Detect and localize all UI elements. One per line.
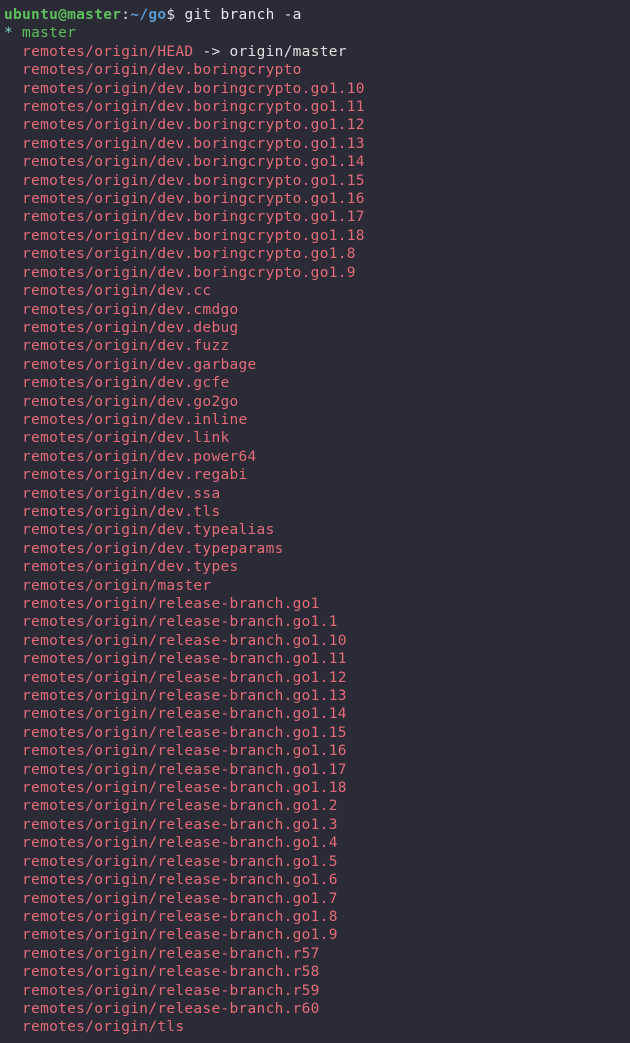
remote-branch-line: remotes/origin/dev.boringcrypto.go1.8 — [4, 245, 626, 263]
remote-branch-line: remotes/origin/dev.types — [4, 558, 626, 576]
remote-branch-line: remotes/origin/release-branch.go1.11 — [4, 650, 626, 668]
remote-branch-line: remotes/origin/dev.garbage — [4, 356, 626, 374]
remote-branch-line: remotes/origin/dev.boringcrypto.go1.18 — [4, 227, 626, 245]
remote-branch-line: remotes/origin/dev.ssa — [4, 485, 626, 503]
remote-branch-line: remotes/origin/dev.boringcrypto.go1.13 — [4, 135, 626, 153]
remote-branch-line: remotes/origin/dev.power64 — [4, 448, 626, 466]
remote-branch-line: remotes/origin/release-branch.go1.14 — [4, 705, 626, 723]
remote-branch-line: remotes/origin/dev.boringcrypto.go1.9 — [4, 264, 626, 282]
remote-branch-line: remotes/origin/release-branch.r59 — [4, 982, 626, 1000]
remote-branch-line: remotes/origin/release-branch.go1.8 — [4, 908, 626, 926]
remote-branch-line: remotes/origin/dev.tls — [4, 503, 626, 521]
remote-branch-line: remotes/origin/dev.typeparams — [4, 540, 626, 558]
remote-branch-line: remotes/origin/master — [4, 577, 626, 595]
remote-branch-line: remotes/origin/dev.typealias — [4, 521, 626, 539]
remote-branch-line: remotes/origin/release-branch.r58 — [4, 963, 626, 981]
current-branch-line: * master — [4, 24, 626, 42]
remote-branch-line: remotes/origin/release-branch.go1.16 — [4, 742, 626, 760]
remote-branch-line: remotes/origin/dev.fuzz — [4, 337, 626, 355]
remote-branch-line: remotes/origin/dev.go2go — [4, 393, 626, 411]
remote-branch-line: remotes/origin/dev.boringcrypto — [4, 61, 626, 79]
remote-head-line: remotes/origin/HEAD -> origin/master — [4, 43, 626, 61]
prompt-path: ~/go — [130, 7, 166, 23]
remote-branch-line: remotes/origin/release-branch.go1.12 — [4, 669, 626, 687]
head-arrow: -> — [193, 44, 229, 60]
remote-branch-line: remotes/origin/release-branch.go1 — [4, 595, 626, 613]
remote-branch-line: remotes/origin/release-branch.r60 — [4, 1000, 626, 1018]
remote-branch-line: remotes/origin/dev.boringcrypto.go1.11 — [4, 98, 626, 116]
prompt-dollar: $ — [166, 7, 184, 23]
current-branch-name: master — [22, 25, 76, 41]
remote-branch-line: remotes/origin/release-branch.go1.18 — [4, 779, 626, 797]
remote-branch-line: remotes/origin/release-branch.go1.3 — [4, 816, 626, 834]
remote-branch-line: remotes/origin/release-branch.go1.13 — [4, 687, 626, 705]
remote-branch-line: remotes/origin/release-branch.go1.2 — [4, 797, 626, 815]
remote-branch-line: remotes/origin/dev.boringcrypto.go1.15 — [4, 172, 626, 190]
remote-branch-line: remotes/origin/release-branch.go1.6 — [4, 871, 626, 889]
remote-branch-line: remotes/origin/dev.gcfe — [4, 374, 626, 392]
remote-branch-line: remotes/origin/release-branch.go1.7 — [4, 890, 626, 908]
remote-branch-line: remotes/origin/dev.boringcrypto.go1.10 — [4, 80, 626, 98]
remote-branch-line: remotes/origin/release-branch.go1.1 — [4, 613, 626, 631]
remote-branch-line: remotes/origin/release-branch.go1.15 — [4, 724, 626, 742]
remote-branch-line: remotes/origin/dev.regabi — [4, 466, 626, 484]
remote-branch-line: remotes/origin/dev.boringcrypto.go1.14 — [4, 153, 626, 171]
remote-branch-line: remotes/origin/dev.boringcrypto.go1.17 — [4, 208, 626, 226]
prompt-user-host: ubuntu@master — [4, 7, 121, 23]
current-branch-star: * — [4, 25, 22, 41]
remote-branch-line: remotes/origin/dev.debug — [4, 319, 626, 337]
remote-branch-line: remotes/origin/dev.boringcrypto.go1.16 — [4, 190, 626, 208]
terminal-prompt-line: ubuntu@master:~/go$ git branch -a — [4, 6, 626, 24]
remote-branch-line: remotes/origin/release-branch.go1.9 — [4, 926, 626, 944]
remote-branch-line: remotes/origin/release-branch.go1.5 — [4, 853, 626, 871]
head-target-ref: origin/master — [230, 44, 347, 60]
remote-branch-line: remotes/origin/dev.cc — [4, 282, 626, 300]
head-remote-ref: remotes/origin/HEAD — [22, 44, 193, 60]
remote-branch-line: remotes/origin/release-branch.go1.17 — [4, 761, 626, 779]
remote-branch-line: remotes/origin/release-branch.go1.4 — [4, 834, 626, 852]
command-text: git branch -a — [184, 7, 301, 23]
remote-branch-line: remotes/origin/dev.inline — [4, 411, 626, 429]
remote-branch-list: remotes/origin/dev.boringcrypto remotes/… — [4, 61, 626, 1037]
head-indent — [4, 44, 22, 60]
remote-branch-line: remotes/origin/dev.cmdgo — [4, 301, 626, 319]
remote-branch-line: remotes/origin/release-branch.r57 — [4, 945, 626, 963]
remote-branch-line: remotes/origin/tls — [4, 1018, 626, 1036]
remote-branch-line: remotes/origin/release-branch.go1.10 — [4, 632, 626, 650]
remote-branch-line: remotes/origin/dev.link — [4, 429, 626, 447]
remote-branch-line: remotes/origin/dev.boringcrypto.go1.12 — [4, 116, 626, 134]
prompt-colon: : — [121, 7, 130, 23]
